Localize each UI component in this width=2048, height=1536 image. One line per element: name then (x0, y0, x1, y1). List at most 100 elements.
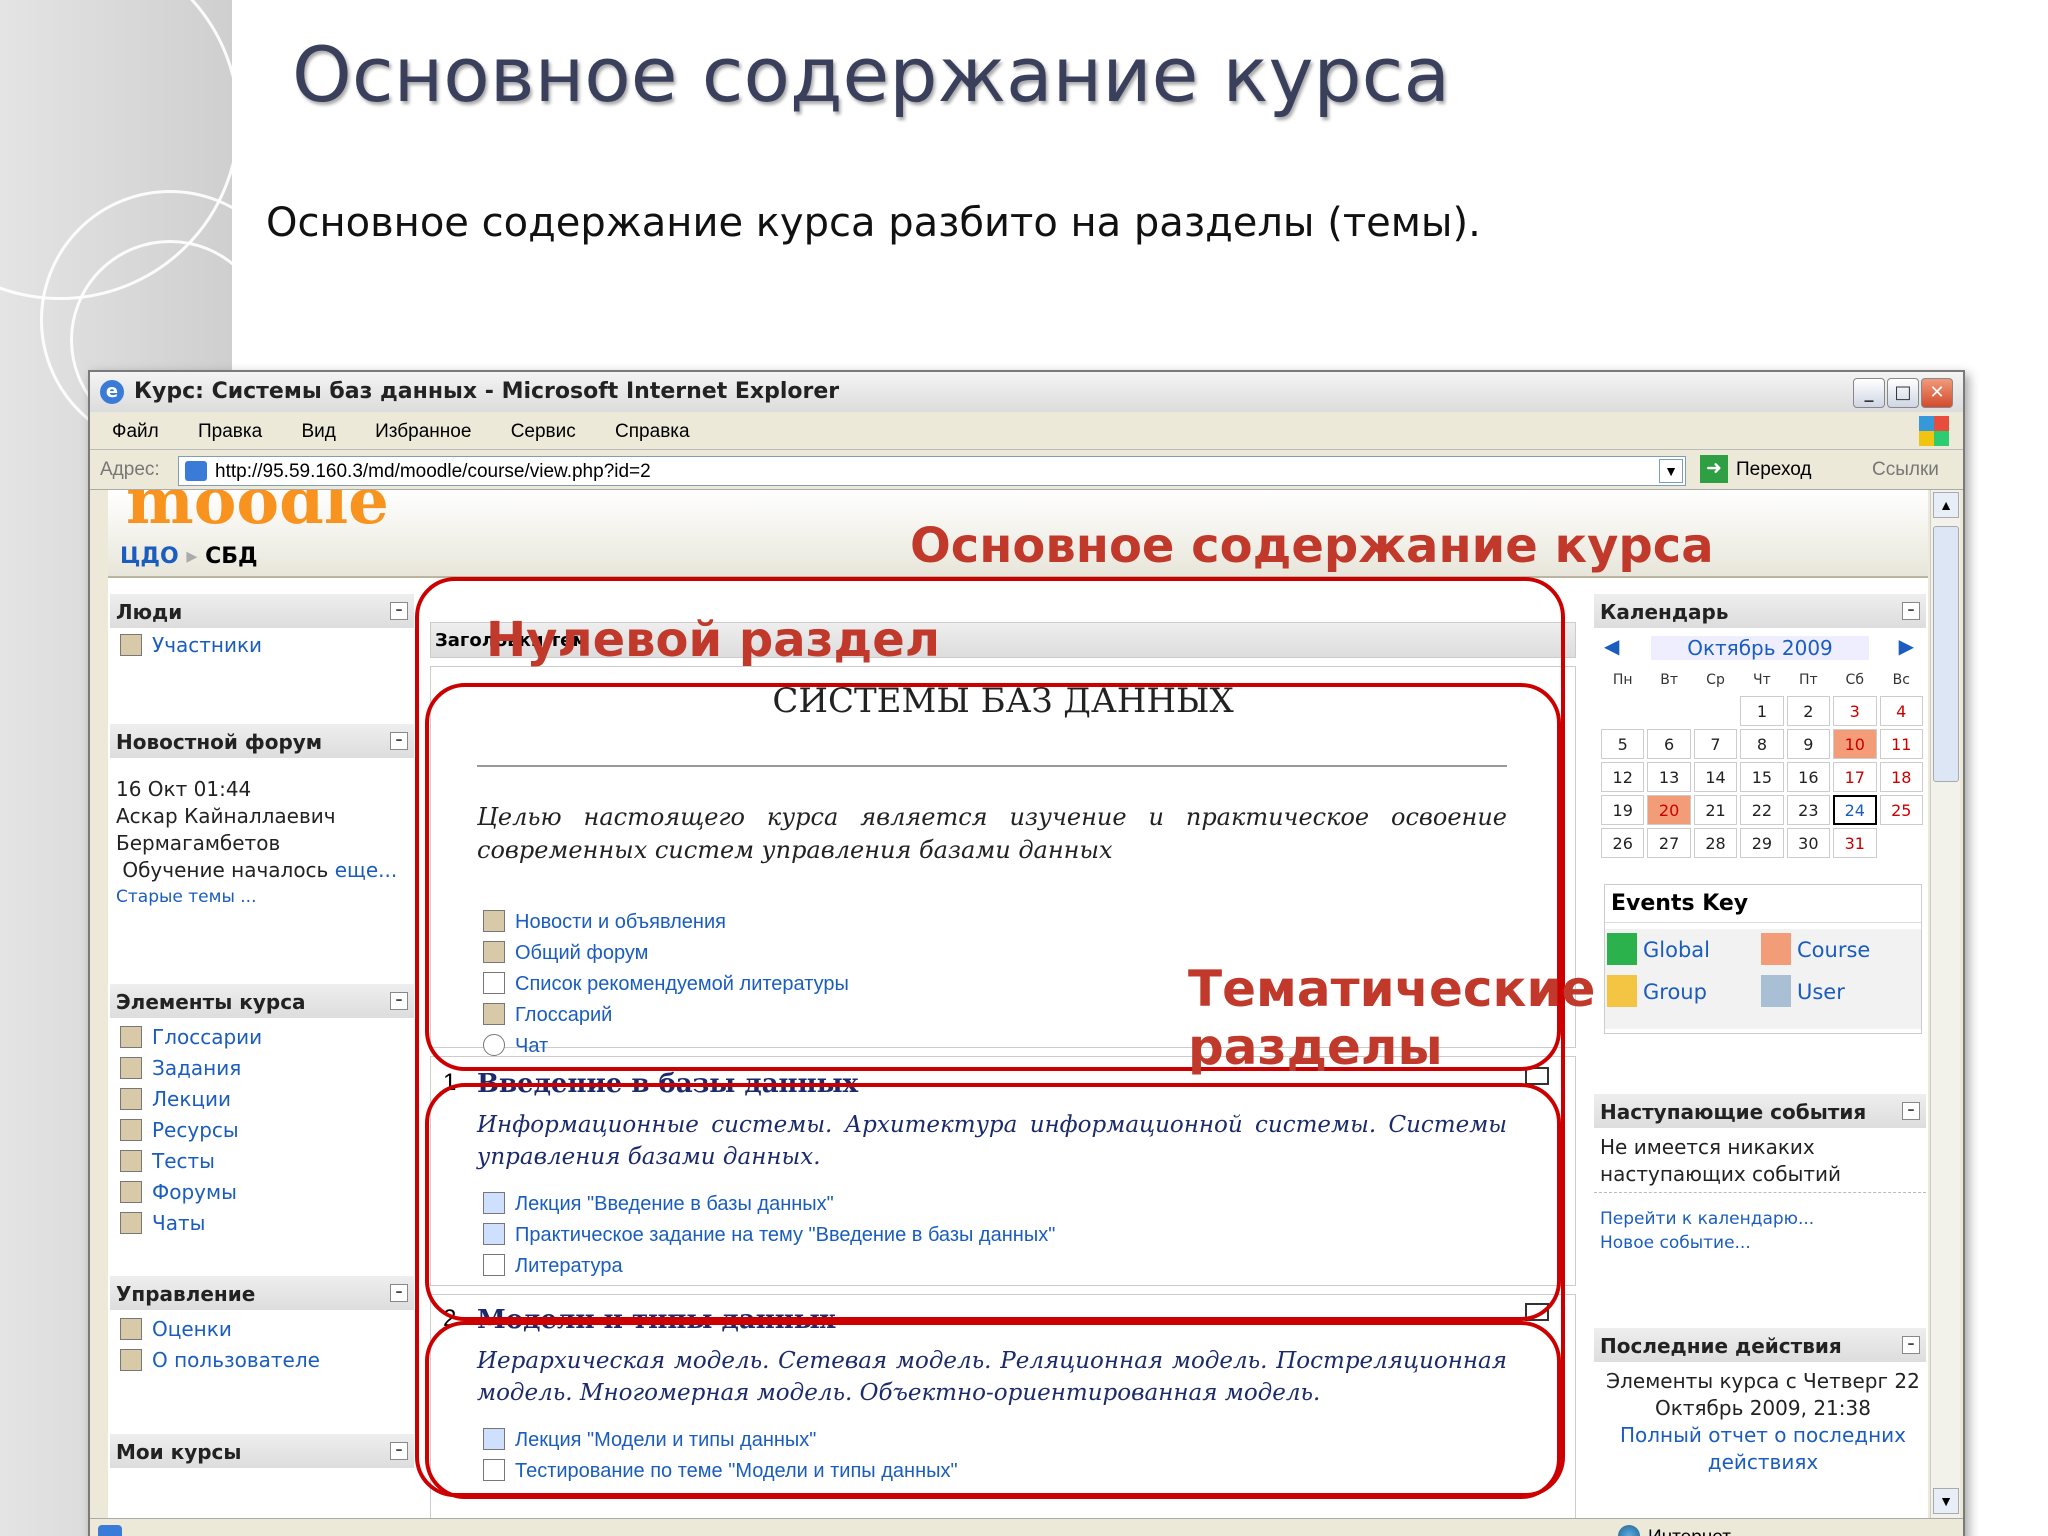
lesson-icon (120, 1088, 142, 1110)
calendar-day[interactable]: 19 (1601, 795, 1645, 825)
calendar-day[interactable]: 7 (1693, 729, 1738, 759)
collapse-icon[interactable]: – (1902, 1102, 1920, 1120)
goto-calendar-link[interactable]: Перейти к календарю... (1594, 1193, 1926, 1231)
calendar-header: Календарь – (1594, 594, 1926, 628)
calendar-day[interactable]: 27 (1647, 828, 1691, 858)
slide: Основное содержание курса Основное содер… (0, 0, 2048, 1536)
annotation-thematic-2: разделы (1188, 1018, 1443, 1076)
collapse-icon[interactable]: – (390, 1442, 408, 1460)
people-block: Люди – Участники (110, 594, 414, 659)
calendar-day[interactable]: 5 (1601, 729, 1645, 759)
recent-since: Элементы курса с Четверг 22 (1606, 1369, 1920, 1393)
group-event-toggle[interactable]: Group (1607, 975, 1707, 1007)
user-event-toggle[interactable]: User (1761, 975, 1845, 1007)
calendar-day[interactable]: 6 (1647, 729, 1691, 759)
forums-link[interactable]: Форумы (110, 1175, 414, 1206)
calendar-day[interactable]: 20 (1647, 795, 1691, 825)
calendar-day[interactable]: 31 (1833, 828, 1877, 858)
full-report-link[interactable]: Полный отчет о последних (1594, 1422, 1926, 1449)
calendar-day[interactable]: 3 (1833, 696, 1877, 726)
calendar-day[interactable]: 10 (1833, 729, 1877, 759)
calendar-grid: Пн Вт Ср Чт Пт Сб Вс 1 2 3 4 5 6 7 8 9 10 11 12 13 14 15 16 17… (1598, 664, 1926, 861)
glossary-link[interactable]: Глоссарии (110, 1018, 414, 1051)
calendar-day[interactable]: 16 (1786, 762, 1831, 792)
full-report-link-2[interactable]: действиях (1594, 1449, 1926, 1476)
lectures-label: Лекции (152, 1087, 232, 1111)
collapse-icon[interactable]: – (1902, 1336, 1920, 1354)
resources-link[interactable]: Ресурсы (110, 1113, 414, 1144)
calendar-day[interactable]: 28 (1693, 828, 1738, 858)
menu-favorites[interactable]: Избранное (375, 421, 471, 442)
go-arrow-icon[interactable]: ➜ (1700, 455, 1728, 483)
glossary-label: Глоссарии (152, 1025, 263, 1049)
go-button[interactable]: Переход (1736, 459, 1811, 481)
quizzes-link[interactable]: Тесты (110, 1144, 414, 1175)
calendar-day[interactable]: 4 (1879, 696, 1923, 726)
chats-link[interactable]: Чаты (110, 1206, 414, 1237)
global-event-toggle[interactable]: Global (1607, 933, 1710, 965)
globe-icon (1618, 1525, 1640, 1536)
grades-link[interactable]: Оценки (110, 1310, 414, 1343)
calendar-day[interactable]: 9 (1786, 729, 1831, 759)
calendar-day[interactable]: 14 (1693, 762, 1738, 792)
menu-edit[interactable]: Правка (198, 421, 262, 442)
collapse-icon[interactable]: – (390, 1284, 408, 1302)
people-block-header: Люди – (110, 594, 414, 628)
menu-file[interactable]: Файл (112, 421, 159, 442)
course-event-toggle[interactable]: Course (1761, 933, 1870, 965)
calendar-day[interactable]: 11 (1879, 729, 1923, 759)
calendar-week: 12 13 14 15 16 17 18 (1601, 762, 1923, 792)
section-1-annotation-ring (425, 1083, 1561, 1321)
lectures-link[interactable]: Лекции (110, 1082, 414, 1113)
profile-link[interactable]: О пользователе (110, 1343, 414, 1374)
collapse-icon[interactable]: – (390, 732, 408, 750)
news-author-surname: Бермагамбетов (116, 831, 281, 855)
eye-icon (1761, 933, 1791, 965)
calendar-day[interactable]: 12 (1601, 762, 1645, 792)
participants-link[interactable]: Участники (110, 628, 414, 659)
menu-help[interactable]: Справка (615, 421, 690, 442)
status-bar: Интернет (90, 1518, 1963, 1536)
old-topics-link[interactable]: Старые темы ... (110, 884, 414, 911)
calendar-day[interactable]: 24 (1833, 795, 1877, 825)
next-month-icon[interactable]: ▶ (1899, 634, 1914, 658)
scroll-up-icon[interactable]: ▲ (1933, 492, 1959, 518)
calendar-day[interactable]: 18 (1879, 762, 1923, 792)
window-titlebar[interactable]: e Курс: Системы баз данных - Microsoft I… (90, 372, 1963, 412)
breadcrumb-home[interactable]: ЦДО (120, 544, 179, 569)
maximize-icon[interactable]: □ (1887, 378, 1919, 408)
no-events-text: Не имеется никаких (1600, 1135, 1815, 1159)
calendar-day[interactable]: 30 (1786, 828, 1831, 858)
calendar-day[interactable]: 25 (1879, 795, 1923, 825)
prev-month-icon[interactable]: ◀ (1604, 634, 1619, 658)
menu-tools[interactable]: Сервис (511, 421, 576, 442)
menu-view[interactable]: Вид (301, 421, 335, 442)
calendar-day[interactable]: 17 (1833, 762, 1877, 792)
calendar-day[interactable]: 22 (1740, 795, 1784, 825)
collapse-icon[interactable]: – (1902, 602, 1920, 620)
calendar-day[interactable]: 29 (1740, 828, 1784, 858)
calendar-day[interactable]: 21 (1693, 795, 1738, 825)
links-button[interactable]: Ссылки (1872, 459, 1939, 481)
close-icon[interactable]: ✕ (1921, 378, 1953, 408)
calendar-day[interactable]: 13 (1647, 762, 1691, 792)
chats-label: Чаты (152, 1211, 206, 1235)
calendar-day[interactable]: 2 (1786, 696, 1831, 726)
calendar-day[interactable]: 15 (1740, 762, 1784, 792)
calendar-day[interactable]: 1 (1740, 696, 1784, 726)
news-more-link[interactable]: еще... (335, 858, 398, 882)
scroll-thumb[interactable] (1933, 526, 1959, 782)
collapse-icon[interactable]: – (390, 602, 408, 620)
annotation-zero-section: Нулевой раздел (486, 612, 940, 668)
collapse-icon[interactable]: – (390, 992, 408, 1010)
scroll-down-icon[interactable]: ▼ (1933, 1488, 1959, 1514)
vertical-scrollbar[interactable]: ▲ ▼ (1930, 490, 1960, 1518)
new-event-link[interactable]: Новое событие... (1594, 1231, 1926, 1255)
minimize-icon[interactable]: _ (1853, 378, 1885, 408)
dropdown-arrow-icon[interactable]: ▼ (1659, 459, 1683, 483)
calendar-day[interactable]: 8 (1740, 729, 1784, 759)
calendar-day[interactable]: 26 (1601, 828, 1645, 858)
calendar-day[interactable]: 23 (1786, 795, 1831, 825)
assignments-link[interactable]: Задания (110, 1051, 414, 1082)
address-input[interactable]: http://95.59.160.3/md/moodle/course/view… (178, 456, 1686, 486)
